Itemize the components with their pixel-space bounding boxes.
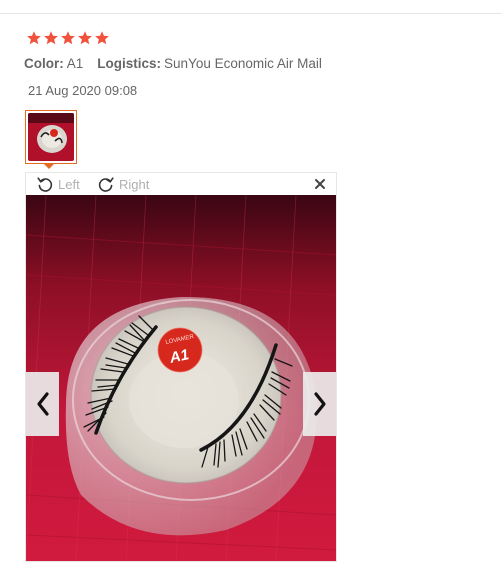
rotate-right-button[interactable]: Right	[97, 175, 149, 193]
viewer-toolbar: Left Right	[26, 173, 336, 195]
chevron-left-icon	[36, 392, 49, 416]
photo-thumbnail[interactable]	[25, 110, 77, 164]
rotate-right-icon	[98, 177, 114, 192]
star-icon	[27, 31, 41, 45]
star-icon	[78, 31, 92, 45]
rotate-left-button[interactable]: Left	[36, 175, 80, 193]
close-button[interactable]	[314, 178, 326, 190]
logistics-value: SunYou Economic Air Mail	[164, 56, 322, 71]
close-icon	[315, 179, 325, 189]
thumbnail-pointer	[43, 163, 55, 169]
eyelash-photo: LOVAMER A1	[26, 195, 336, 561]
rotate-left-icon	[37, 177, 53, 192]
star-rating	[26, 30, 110, 48]
review-attributes: Color: A1 Logistics: SunYou Economic Air Ma…	[24, 56, 322, 71]
logistics-label: Logistics:	[97, 56, 162, 71]
next-photo-button[interactable]	[303, 372, 336, 436]
photo-viewer: Left Right LOVAMER A1	[25, 172, 337, 562]
thumbnail-image	[28, 113, 74, 161]
chevron-right-icon	[313, 392, 326, 416]
color-value: A1	[66, 56, 84, 71]
star-icon	[61, 31, 75, 45]
review-date: 21 Aug 2020 09:08	[28, 83, 138, 98]
star-icon	[95, 31, 109, 45]
rotate-right-label: Right	[119, 176, 150, 192]
color-label: Color:	[24, 56, 64, 71]
review-photo: LOVAMER A1	[26, 195, 336, 561]
previous-photo-button[interactable]	[26, 372, 59, 436]
rotate-left-label: Left	[58, 176, 80, 192]
top-divider	[0, 13, 502, 14]
star-icon	[44, 31, 58, 45]
